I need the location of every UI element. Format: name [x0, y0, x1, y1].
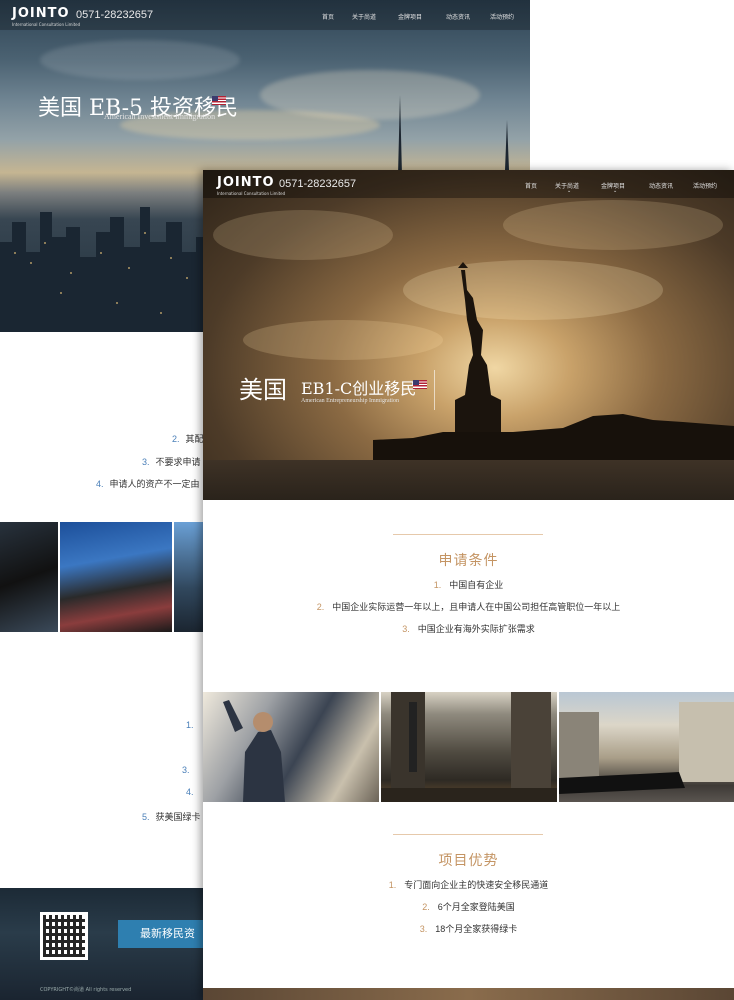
- hero-title: 美国: [239, 376, 287, 404]
- photo-speech-crowd: [203, 692, 379, 802]
- chevron-down-icon: ⌄: [613, 188, 618, 194]
- latest-news-button[interactable]: 最新移民资: [118, 920, 214, 948]
- list-item: 3. 中国企业有海外实际扩张需求: [402, 624, 535, 634]
- spire-shape: [398, 95, 402, 175]
- screenshot-stage: JOINTO International Consultation Limite…: [0, 0, 734, 1000]
- nav-item-news[interactable]: 动态资讯: [649, 181, 673, 190]
- logo[interactable]: JOINTO: [12, 6, 70, 21]
- phone-number: 0571-28232657: [76, 9, 154, 21]
- statue-of-liberty-silhouette: [203, 262, 734, 466]
- nav-item-events[interactable]: 活动预约: [693, 181, 717, 190]
- photo-city-street: [381, 692, 557, 802]
- front-hero-banner: [203, 170, 734, 500]
- nav-item-home[interactable]: 首页: [525, 181, 537, 190]
- spire-shape: [505, 120, 509, 170]
- list-item: 1. 专门面向企业主的快速安全移民通道: [388, 880, 549, 890]
- nav-item-about[interactable]: 关于尚道: [352, 12, 376, 21]
- divider: [393, 834, 543, 835]
- divider: [434, 370, 435, 410]
- us-flag-icon: [413, 380, 427, 389]
- list-item: 2. 6个月全家登陆美国: [422, 902, 515, 912]
- chevron-down-icon: ⌄: [567, 188, 572, 194]
- copyright-text: COPYRIGHT©尚道 All rights reserved: [40, 987, 132, 993]
- footer-band: [203, 988, 734, 1000]
- water-surface: [203, 460, 734, 500]
- back-photo-strip: [0, 522, 210, 632]
- list-item: 2. 中国企业实际运营一年以上，且申请人在中国公司担任高管职位一年以上: [316, 602, 621, 612]
- nav-item-events[interactable]: 活动预约: [490, 12, 514, 21]
- logo[interactable]: JOINTO: [217, 175, 275, 190]
- logo-subtitle: International Consultation Limited: [12, 22, 81, 27]
- phone-number: 0571-28232657: [279, 178, 357, 190]
- us-flag-icon: [212, 96, 226, 105]
- photo-strip: [203, 692, 734, 802]
- photo-city-billboards: [60, 522, 172, 632]
- logo-subtitle: International Consultation Limited: [217, 191, 286, 196]
- section-title-advantages: 项目优势: [438, 853, 499, 869]
- photo-limousine: [559, 692, 734, 802]
- cloud-shape: [40, 40, 240, 80]
- front-page-eb1c: JOINTO International Consultation Limite…: [203, 170, 734, 1000]
- hero-subtitle: American Entrepreneurship Immigration: [301, 398, 399, 404]
- nav-item-home[interactable]: 首页: [322, 12, 334, 21]
- divider: [393, 534, 543, 535]
- list-item: 1. 中国自有企业: [433, 580, 504, 590]
- hero-subtitle: American Investment Immigration: [104, 112, 216, 121]
- photo-times-square: [0, 522, 58, 632]
- section-title-conditions: 申请条件: [438, 553, 499, 569]
- nav-item-news[interactable]: 动态资讯: [446, 12, 470, 21]
- back-navbar: JOINTO International Consultation Limite…: [0, 0, 530, 30]
- qr-code-image: [40, 912, 88, 960]
- nav-item-projects[interactable]: 金牌项目: [398, 12, 422, 21]
- front-navbar: JOINTO International Consultation Limite…: [203, 170, 734, 198]
- list-item: 3. 18个月全家获得绿卡: [419, 924, 518, 934]
- hero-program-name: EB1-C创业移民: [301, 379, 417, 398]
